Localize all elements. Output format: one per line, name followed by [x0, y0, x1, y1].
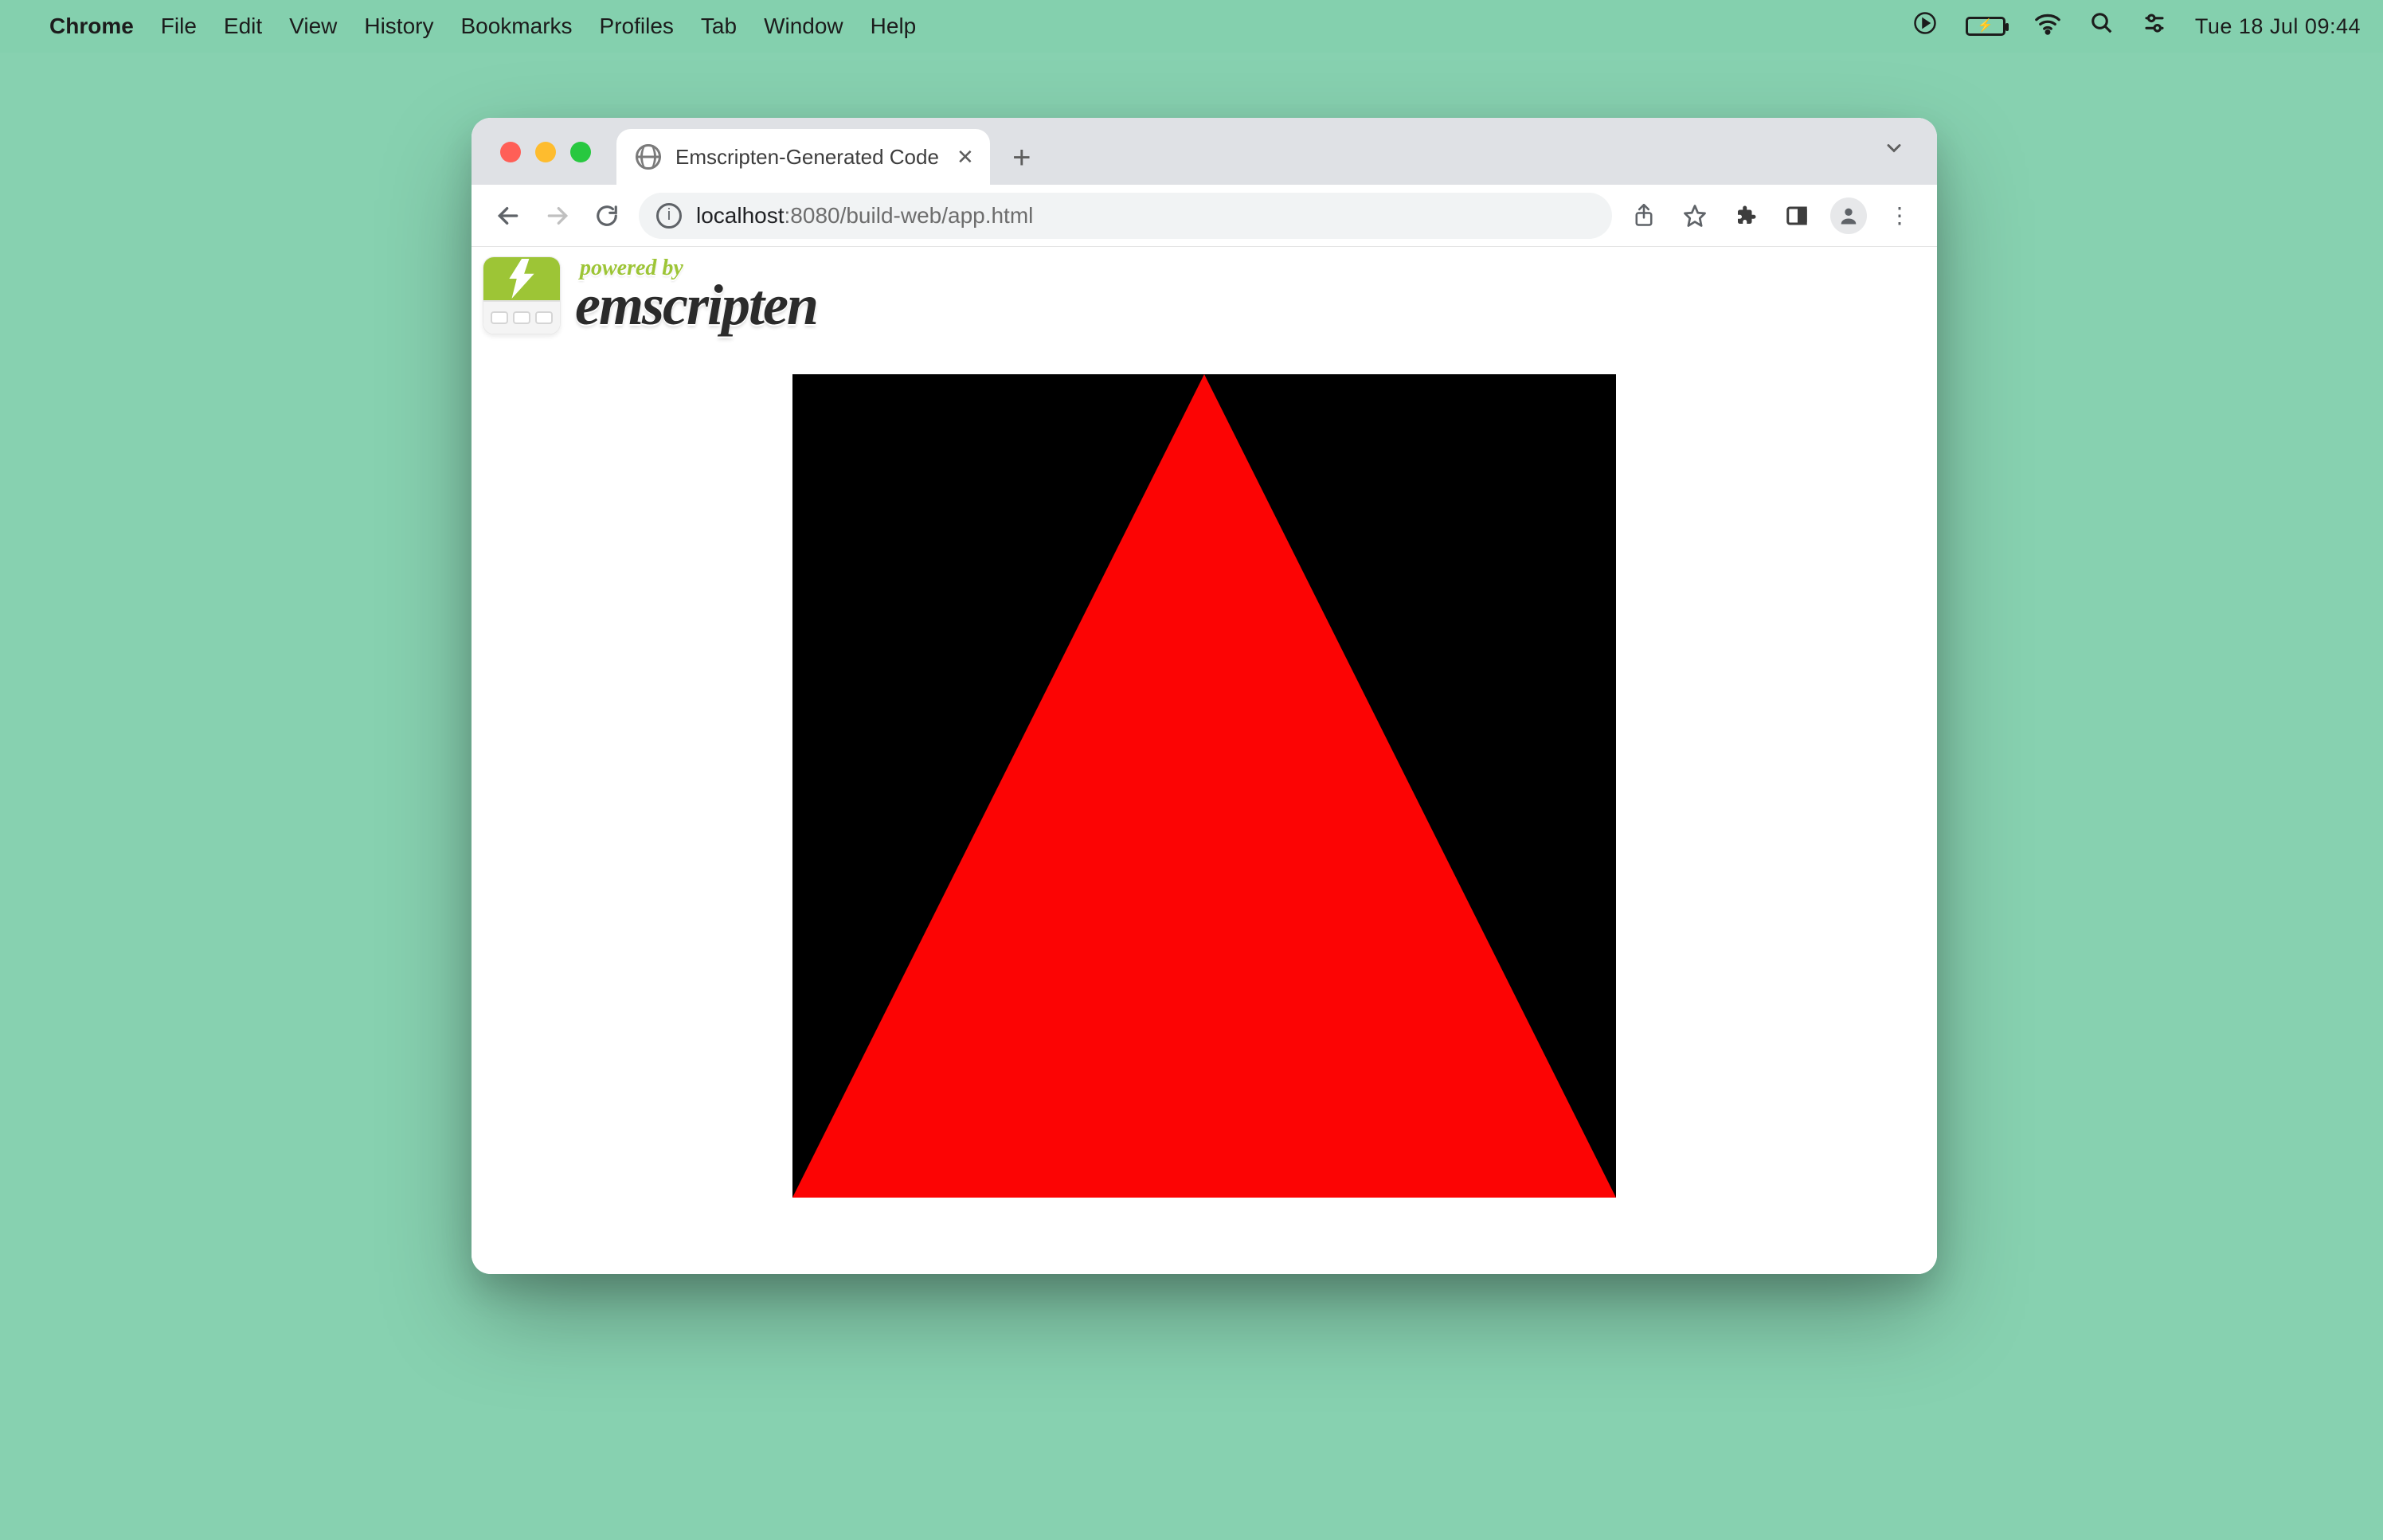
site-info-icon[interactable]: i — [656, 203, 682, 229]
window-controls — [500, 142, 591, 162]
back-button[interactable] — [491, 198, 526, 233]
window-maximize-button[interactable] — [570, 142, 591, 162]
menubar-clock[interactable]: Tue 18 Jul 09:44 — [2195, 14, 2361, 39]
red-triangle-shape — [792, 374, 1616, 1198]
tab-close-button[interactable]: ✕ — [957, 145, 974, 170]
reload-button[interactable] — [589, 198, 624, 233]
profile-avatar[interactable] — [1830, 197, 1867, 234]
menu-profiles[interactable]: Profiles — [600, 14, 674, 39]
battery-icon[interactable]: ⚡ — [1966, 17, 2005, 36]
menu-bookmarks[interactable]: Bookmarks — [460, 14, 572, 39]
wifi-icon[interactable] — [2034, 11, 2061, 41]
address-bar[interactable]: i localhost:8080/build-web/app.html — [639, 193, 1612, 239]
new-tab-button[interactable]: + — [1000, 135, 1044, 180]
spotlight-icon[interactable] — [2090, 11, 2114, 41]
menu-edit[interactable]: Edit — [224, 14, 262, 39]
chrome-menu-button[interactable]: ⋮ — [1883, 198, 1918, 233]
tab-title: Emscripten-Generated Code — [675, 145, 939, 170]
bookmark-star-icon[interactable] — [1677, 198, 1712, 233]
emscripten-banner: powered by emscripten — [483, 256, 817, 334]
menu-view[interactable]: View — [289, 14, 337, 39]
chrome-window: Emscripten-Generated Code ✕ + i localhos… — [472, 118, 1937, 1274]
globe-icon — [636, 144, 661, 170]
side-panel-icon[interactable] — [1779, 198, 1814, 233]
tab-overflow-button[interactable] — [1875, 129, 1913, 174]
menu-history[interactable]: History — [364, 14, 433, 39]
menubar-app-name[interactable]: Chrome — [49, 14, 134, 39]
control-center-icon[interactable] — [2142, 11, 2166, 41]
menu-window[interactable]: Window — [764, 14, 843, 39]
emscripten-wordmark: emscripten — [575, 276, 817, 334]
share-icon[interactable] — [1626, 198, 1661, 233]
url-text: localhost:8080/build-web/app.html — [696, 203, 1033, 229]
menu-file[interactable]: File — [161, 14, 197, 39]
tab-strip: Emscripten-Generated Code ✕ + — [472, 118, 1937, 185]
menu-help[interactable]: Help — [871, 14, 917, 39]
now-playing-icon[interactable] — [1913, 11, 1937, 41]
webgl-canvas[interactable] — [792, 374, 1616, 1198]
window-close-button[interactable] — [500, 142, 521, 162]
url-path: :8080/build-web/app.html — [785, 203, 1034, 228]
extensions-icon[interactable] — [1728, 198, 1763, 233]
browser-tab[interactable]: Emscripten-Generated Code ✕ — [616, 129, 990, 185]
url-host: localhost — [696, 203, 785, 228]
window-minimize-button[interactable] — [535, 142, 556, 162]
forward-button[interactable] — [540, 198, 575, 233]
macos-menubar: Chrome File Edit View History Bookmarks … — [0, 0, 2383, 53]
page-content: powered by emscripten — [472, 247, 1937, 1274]
browser-toolbar: i localhost:8080/build-web/app.html ⋮ — [472, 185, 1937, 247]
emscripten-logo-icon — [483, 256, 561, 334]
menu-tab[interactable]: Tab — [701, 14, 737, 39]
